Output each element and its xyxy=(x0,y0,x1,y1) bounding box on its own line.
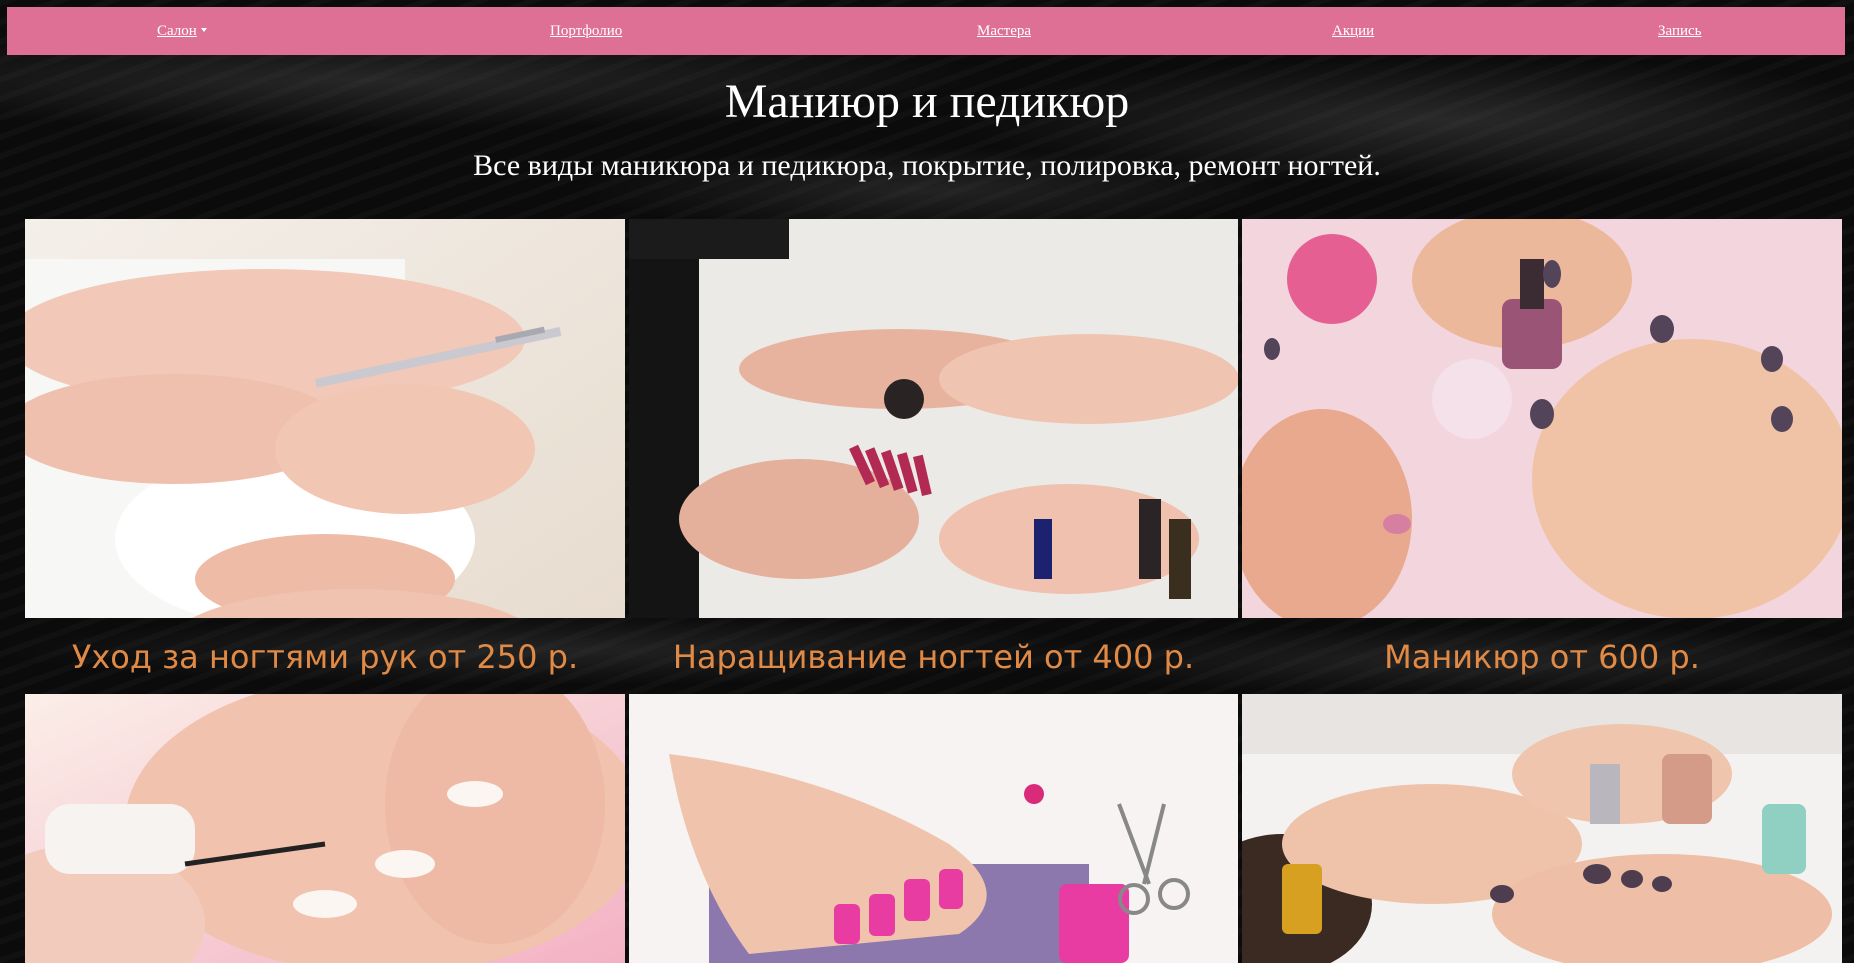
nav-item-portfolio[interactable]: Портфолио xyxy=(550,7,622,55)
nav-item-booking[interactable]: Запись xyxy=(1658,7,1702,55)
service-photo-extension[interactable] xyxy=(629,219,1238,618)
service-photo-pedicure[interactable] xyxy=(629,694,1238,963)
nav-item-label: Мастера xyxy=(977,23,1032,39)
nav-item-label: Портфолио xyxy=(550,23,623,39)
top-navbar: Салон Портфолио Мастера Акции Запись xyxy=(7,7,1845,55)
manicure-cuticle-pusher-photo xyxy=(25,219,625,618)
page: Салон Портфолио Мастера Акции Запись Ман… xyxy=(0,0,1854,963)
nav-item-label: Запись xyxy=(1658,23,1702,39)
service-caption: Уход за ногтями рук от 250 р. xyxy=(71,638,579,676)
service-caption: Наращивание ногтей от 400 р. xyxy=(672,638,1195,676)
nav-item-masters[interactable]: Мастера xyxy=(977,7,1031,55)
nail-color-palette-photo xyxy=(629,219,1238,618)
nav-item-salon[interactable]: Салон xyxy=(157,7,207,55)
service-photo-hand-care[interactable] xyxy=(25,219,625,618)
french-manicure-brush-photo xyxy=(25,694,625,963)
nav-item-promotions[interactable]: Акции xyxy=(1332,7,1374,55)
nav-item-label: Акции xyxy=(1332,23,1375,39)
caret-down-icon xyxy=(200,27,207,32)
service-caption: Маникюр от 600 р. xyxy=(1384,638,1700,676)
nav-item-label: Салон xyxy=(157,23,197,39)
page-title: Маниюр и педикюр xyxy=(724,75,1130,128)
page-subtitle: Все виды маникюра и педикюра, покрытие, … xyxy=(473,149,1381,182)
service-photo-french[interactable] xyxy=(25,694,625,963)
pedicure-polish-application-photo xyxy=(1242,694,1842,963)
dark-polish-manicure-photo xyxy=(1242,219,1842,618)
service-photo-pedicure-polish[interactable] xyxy=(1242,694,1842,963)
service-photo-manicure[interactable] xyxy=(1242,219,1842,618)
pedicure-toe-separator-photo xyxy=(629,694,1238,963)
